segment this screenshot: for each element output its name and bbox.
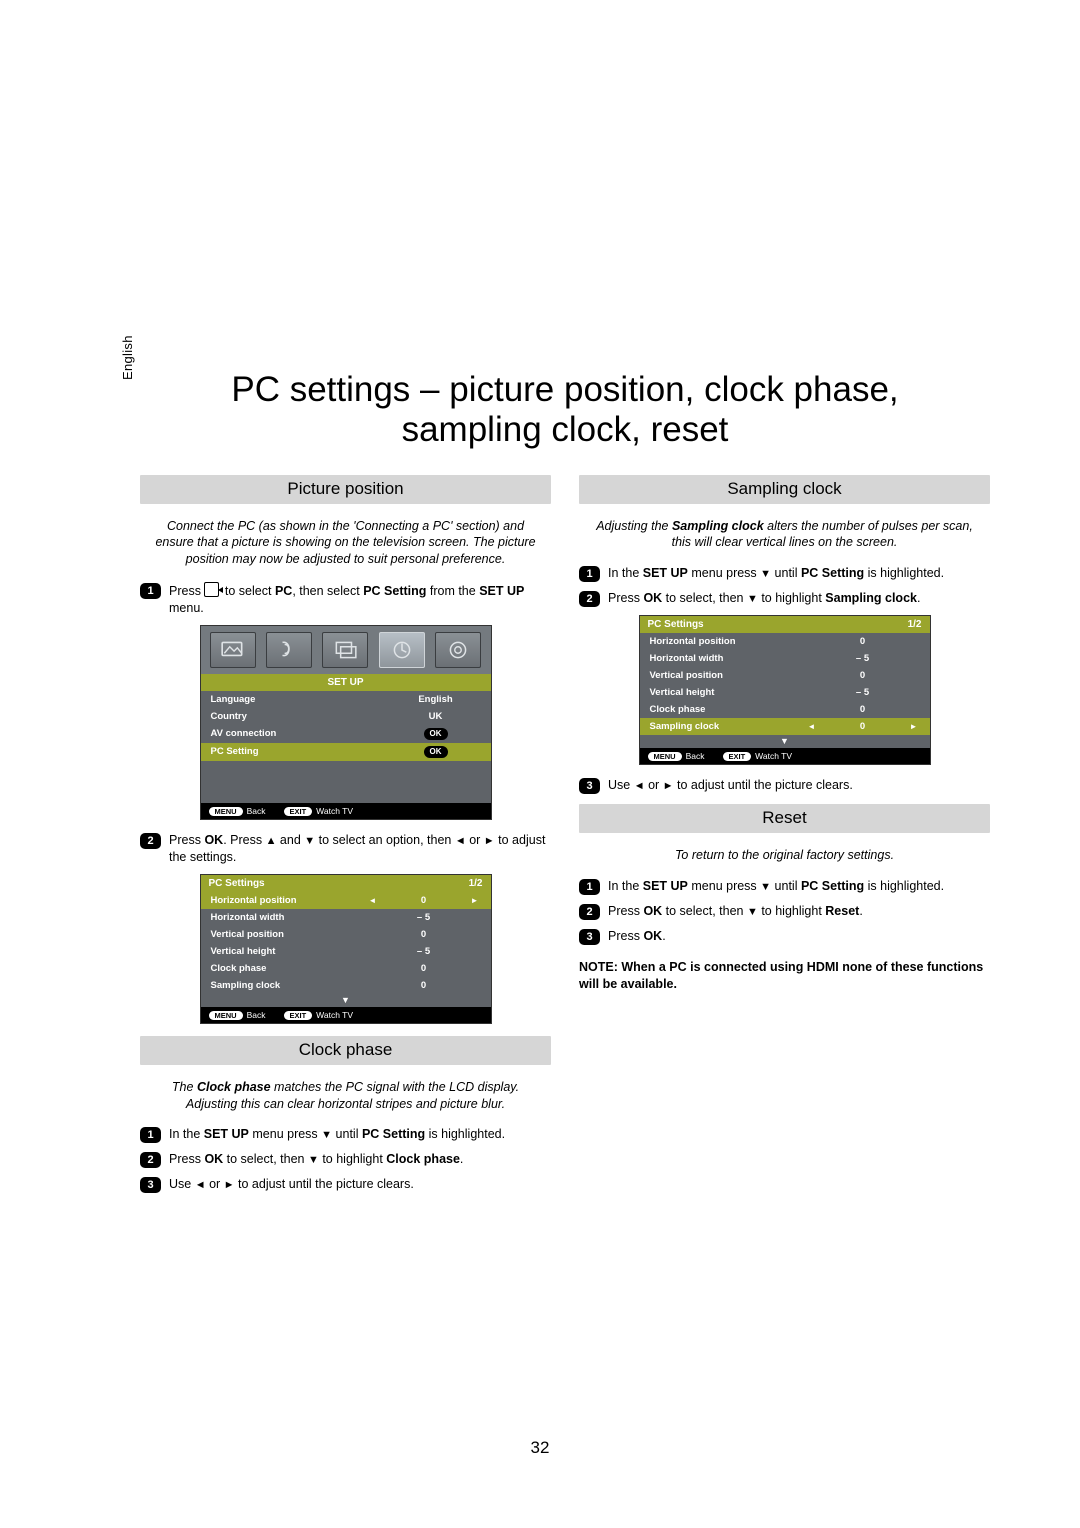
step-number-icon: 2: [140, 833, 161, 849]
clock-phase-step-3: 3 Use or to adjust until the picture cle…: [140, 1176, 551, 1193]
step-number-icon: 2: [140, 1152, 161, 1168]
language-tab: English: [120, 335, 135, 380]
left-arrow-icon: [634, 779, 645, 794]
page-title: PC settings – picture position, clock ph…: [140, 370, 990, 451]
reset-step-2: 2 Press OK to select, then to highlight …: [579, 903, 990, 920]
step-number-icon: 3: [579, 778, 600, 794]
down-arrow-icon: [747, 592, 758, 607]
clock-phase-intro: The Clock phase matches the PC signal wi…: [148, 1079, 543, 1113]
section-picture-position: Picture position: [140, 475, 551, 504]
down-arrow-icon: [747, 905, 758, 920]
osd-setup-screenshot: SET UP LanguageEnglish CountryUK AV conn…: [200, 625, 492, 820]
hdmi-note: NOTE: When a PC is connected using HDMI …: [579, 959, 990, 993]
reset-step-1: 1 In the SET UP menu press until PC Sett…: [579, 878, 990, 895]
clock-phase-step-1: 1 In the SET UP menu press until PC Sett…: [140, 1126, 551, 1143]
section-reset: Reset: [579, 804, 990, 833]
sampling-clock-step-3: 3 Use or to adjust until the picture cle…: [579, 777, 990, 794]
osd-pcsettings-hp: PC Settings1/2 Horizontal position◄0► Ho…: [200, 874, 492, 1024]
sampling-clock-step-1: 1 In the SET UP menu press until PC Sett…: [579, 565, 990, 582]
step-number-icon: 1: [140, 1127, 161, 1143]
tab-sound-icon: [266, 632, 312, 668]
osd-pcsettings-sampling: PC Settings1/2 Horizontal position0 Hori…: [639, 615, 931, 765]
down-arrow-icon: [304, 834, 315, 849]
osd-setup-title: SET UP: [327, 677, 363, 688]
step-number-icon: 2: [579, 591, 600, 607]
sampling-clock-intro: Adjusting the Sampling clock alters the …: [587, 518, 982, 552]
left-arrow-icon: [455, 834, 466, 849]
down-arrow-icon: [308, 1153, 319, 1168]
tab-picture-icon: [210, 632, 256, 668]
tab-setup-icon: [379, 632, 425, 668]
page-number: 32: [0, 1438, 1080, 1458]
step-number-icon: 1: [579, 879, 600, 895]
left-arrow-icon: [195, 1178, 206, 1193]
down-arrow-icon: [321, 1128, 332, 1143]
section-clock-phase: Clock phase: [140, 1036, 551, 1065]
down-arrow-icon: [760, 880, 771, 895]
picture-position-step-1: 1 Press to select PC, then select PC Set…: [140, 582, 551, 617]
tab-feature-icon: [322, 632, 368, 668]
down-arrow-icon: [760, 567, 771, 582]
section-sampling-clock: Sampling clock: [579, 475, 990, 504]
picture-position-step-2: 2 Press OK. Press and to select an optio…: [140, 832, 551, 866]
picture-position-intro: Connect the PC (as shown in the 'Connect…: [148, 518, 543, 569]
input-select-icon: [204, 582, 219, 597]
reset-step-3: 3 Press OK.: [579, 928, 990, 945]
right-arrow-icon: [484, 834, 495, 849]
step-number-icon: 1: [140, 583, 161, 599]
sampling-clock-step-2: 2 Press OK to select, then to highlight …: [579, 590, 990, 607]
step-number-icon: 2: [579, 904, 600, 920]
right-arrow-icon: [663, 779, 674, 794]
up-arrow-icon: [266, 834, 277, 849]
step-number-icon: 3: [140, 1177, 161, 1193]
step-number-icon: 1: [579, 566, 600, 582]
clock-phase-step-2: 2 Press OK to select, then to highlight …: [140, 1151, 551, 1168]
right-arrow-icon: [224, 1178, 235, 1193]
step-number-icon: 3: [579, 929, 600, 945]
reset-intro: To return to the original factory settin…: [587, 847, 982, 864]
tab-digital-icon: [435, 632, 481, 668]
